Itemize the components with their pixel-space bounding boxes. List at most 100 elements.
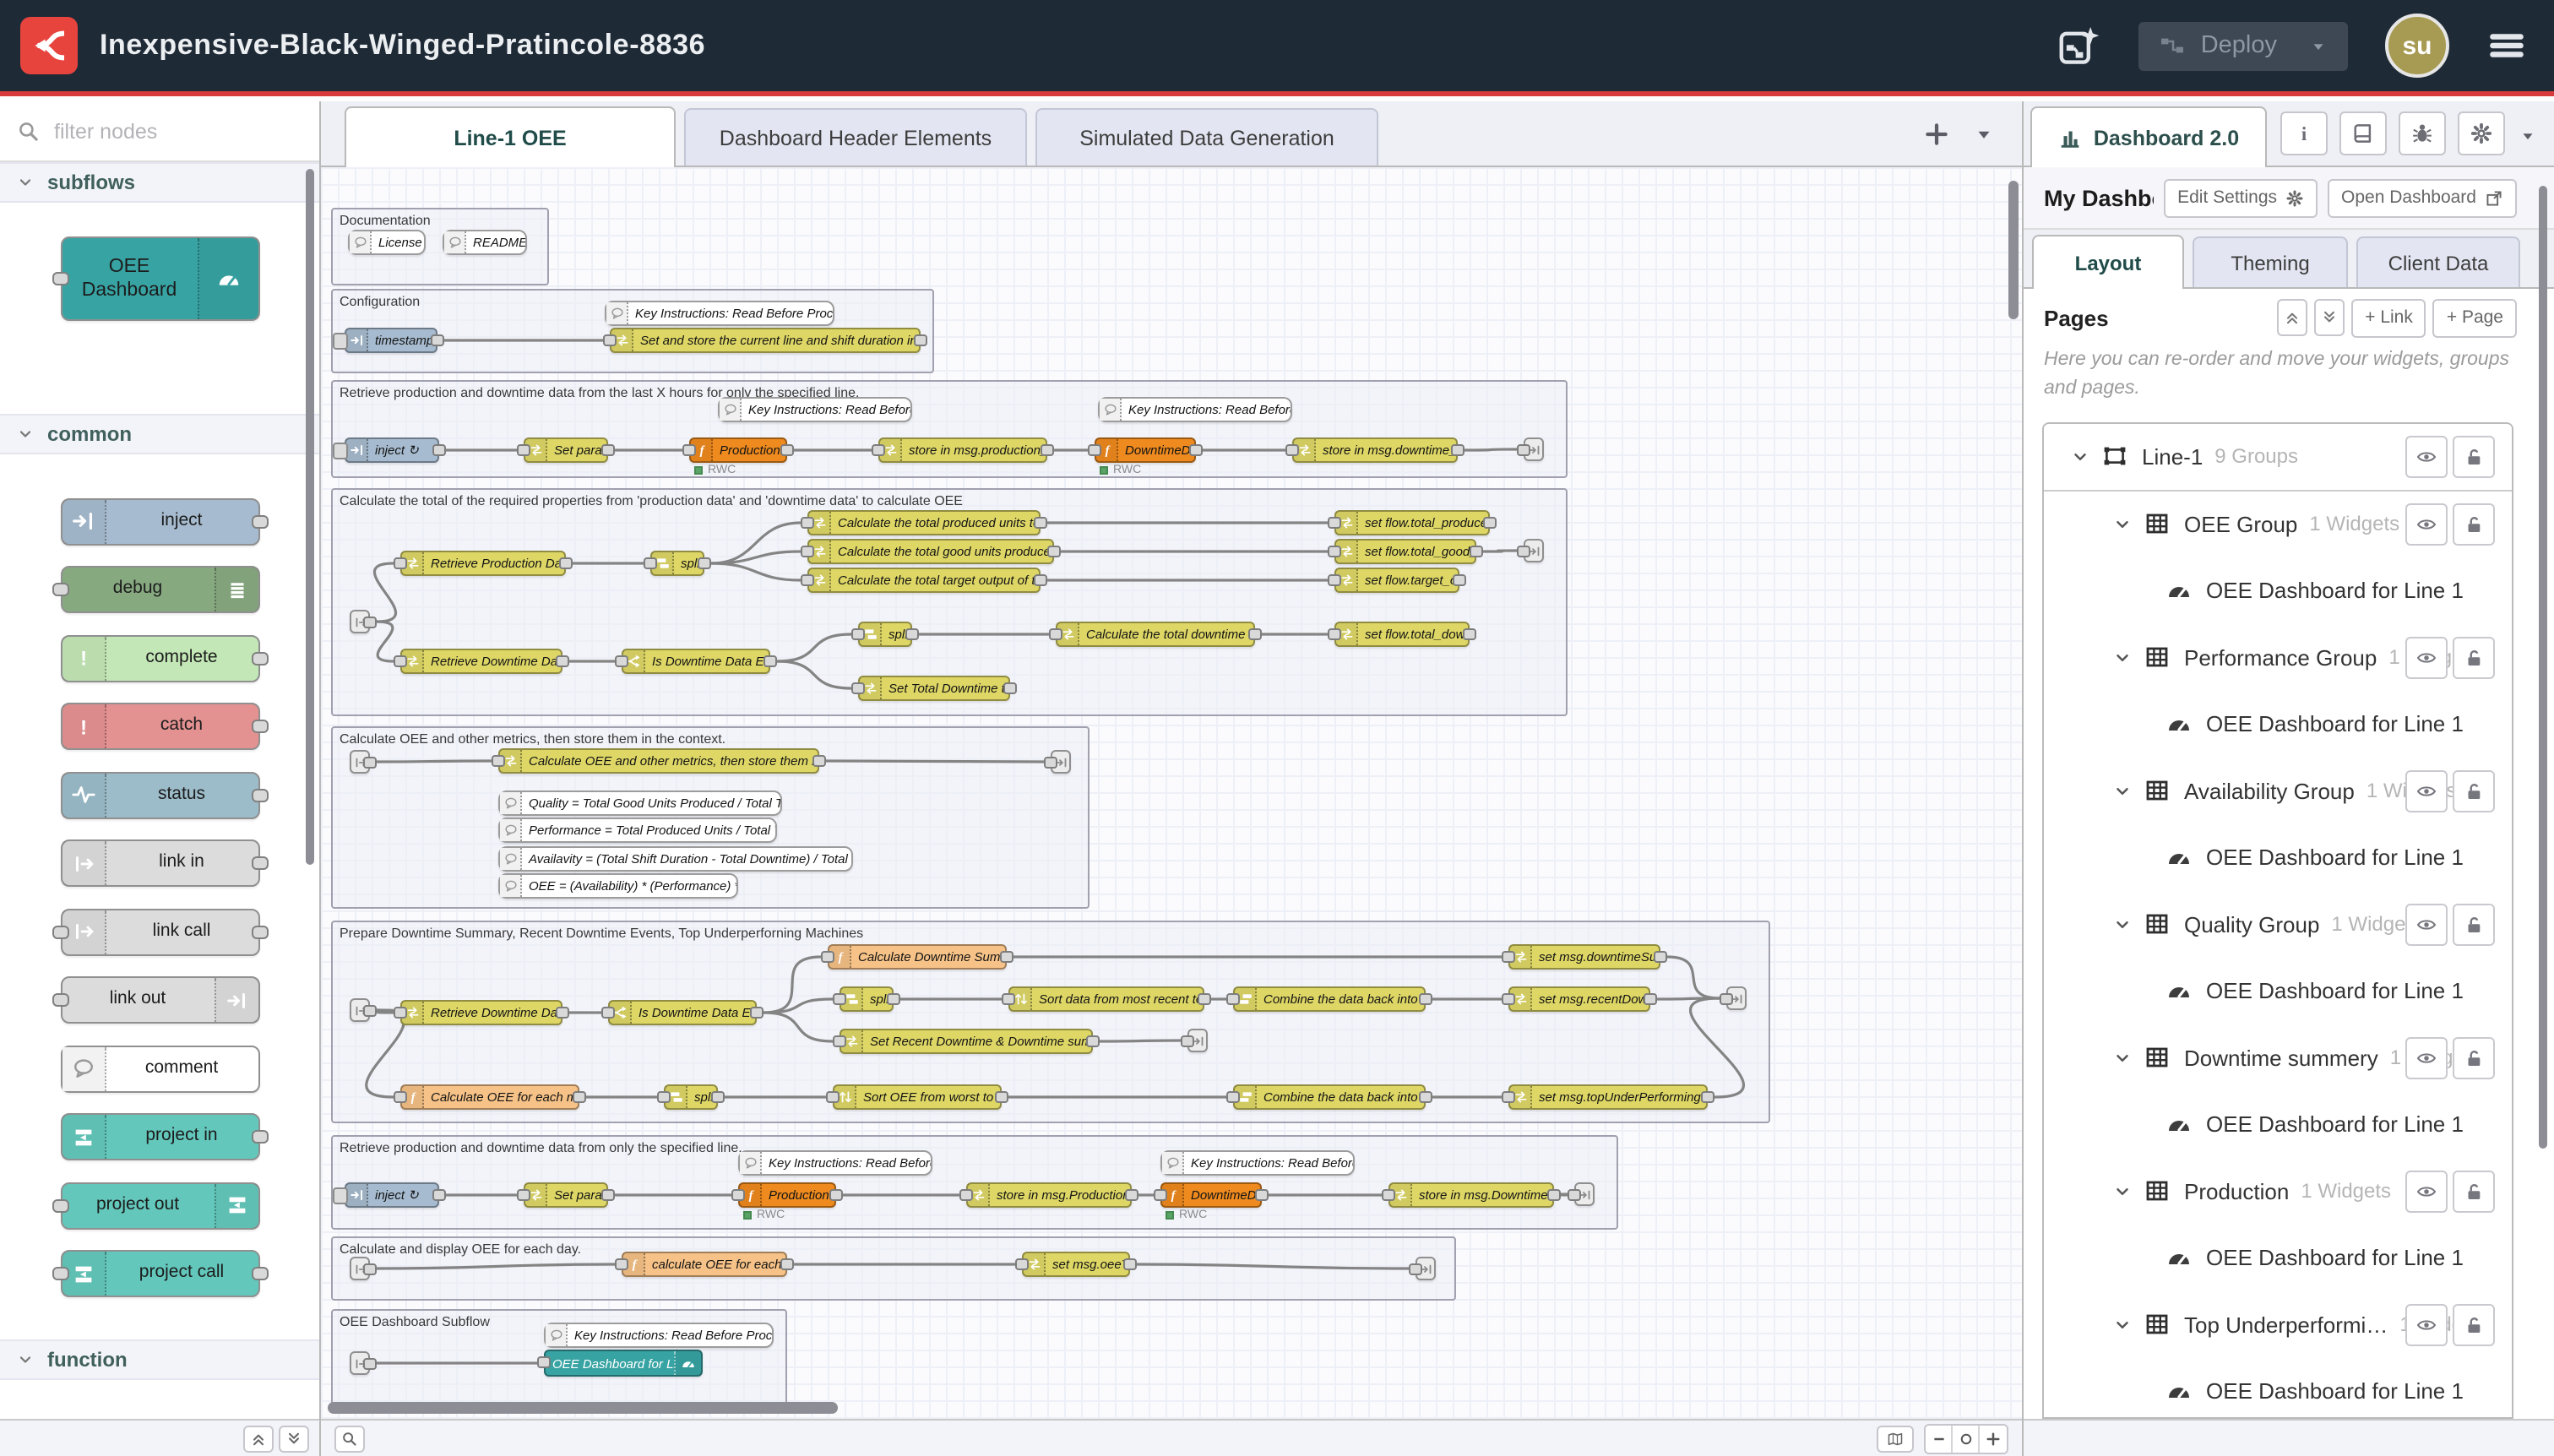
node-linkout[interactable]	[1187, 1029, 1208, 1052]
input-port[interactable]	[644, 557, 657, 569]
visibility-toggle-button[interactable]	[2405, 769, 2448, 812]
output-port[interactable]	[1000, 951, 1013, 963]
input-port[interactable]	[801, 546, 814, 557]
node-split[interactable]: split	[858, 622, 912, 647]
node-set-msg-downtimesummery[interactable]: set msg.downtimeSummery	[1508, 944, 1660, 970]
output-port[interactable]	[1453, 574, 1466, 586]
output-port[interactable]	[251, 1130, 268, 1144]
tree-widget-row[interactable]: OEE Dashboard for Line 1	[2044, 958, 2512, 1024]
input-port[interactable]	[731, 1189, 745, 1201]
deploy-options-caret[interactable]	[2309, 36, 2328, 55]
node-store-in-msg-production-data[interactable]: store in msg.production_data	[878, 437, 1047, 463]
output-port[interactable]	[1041, 444, 1054, 456]
output-port[interactable]	[601, 1189, 615, 1201]
input-port[interactable]	[851, 682, 865, 694]
collapse-all-button[interactable]	[2277, 299, 2307, 336]
input-port[interactable]	[1328, 574, 1341, 586]
lock-toggle-button[interactable]	[2453, 769, 2495, 812]
node-key-instructions-read-before-proceeding[interactable]: Key Instructions: Read Before Proceeding	[605, 301, 834, 326]
output-port[interactable]	[1255, 1189, 1269, 1201]
node-license[interactable]: License	[348, 230, 426, 255]
visibility-toggle-button[interactable]	[2405, 503, 2448, 545]
node-linkin[interactable]	[350, 750, 370, 774]
node-productiondata[interactable]: fProductionDataRWC	[689, 437, 787, 463]
output-port[interactable]	[431, 334, 444, 346]
node-combine-the-data-back-into-an-array[interactable]: Combine the data back into an array.	[1233, 1084, 1426, 1110]
palette-node-project-in[interactable]: project in	[60, 1113, 259, 1160]
flow-assistant-icon[interactable]	[2056, 23, 2101, 68]
input-port[interactable]	[394, 655, 407, 667]
input-port[interactable]	[1568, 1189, 1581, 1201]
tree-widget-row[interactable]: OEE Dashboard for Line 1	[2044, 557, 2512, 624]
output-port[interactable]	[1644, 993, 1657, 1005]
input-port[interactable]	[517, 444, 530, 456]
user-avatar[interactable]: su	[2385, 14, 2449, 78]
output-port[interactable]	[556, 1007, 569, 1019]
add-link-button[interactable]: + Link	[2351, 298, 2426, 337]
input-port[interactable]	[1181, 1035, 1194, 1047]
output-port[interactable]	[251, 925, 268, 938]
input-port[interactable]	[1720, 993, 1733, 1005]
node-key-instructions-read-before-proceeding[interactable]: Key Instructions: Read Before Proceeding	[544, 1323, 774, 1348]
output-port[interactable]	[1198, 993, 1211, 1005]
input-port[interactable]	[615, 655, 628, 667]
canvas-search-button[interactable]	[334, 1425, 365, 1452]
node-set-flow-target-output[interactable]: set flow.target_output	[1334, 568, 1459, 593]
node-store-in-msg-downtimedata[interactable]: store in msg.DowntimeData	[1388, 1182, 1554, 1208]
palette-section-function[interactable]: function	[0, 1339, 319, 1379]
input-port[interactable]	[1328, 517, 1341, 529]
output-port[interactable]	[1034, 517, 1047, 529]
node-performance-total-produced-units-total-tar[interactable]: Performance = Total Produced Units / Tot…	[498, 818, 777, 843]
node-productiondata[interactable]: fProductionDataRWC	[738, 1182, 836, 1208]
lock-toggle-button[interactable]	[2453, 1036, 2495, 1078]
output-port[interactable]	[1034, 574, 1047, 586]
node-oee-availability-performance-quality[interactable]: OEE = (Availability) * (Performance) * (…	[498, 873, 738, 899]
node-retrieve-production-data[interactable]: Retrieve Production Data	[400, 551, 566, 576]
input-port[interactable]	[52, 272, 68, 285]
node-oee-dashboard-for-line-1[interactable]: OEE Dashboard for Line 1	[544, 1350, 703, 1377]
output-port[interactable]	[750, 1007, 763, 1019]
flow-group-2[interactable]: Retrieve production and downtime data fr…	[331, 380, 1568, 478]
node-split[interactable]: split	[840, 986, 894, 1012]
output-port[interactable]	[559, 557, 573, 569]
input-port[interactable]	[1044, 757, 1057, 769]
input-port[interactable]	[52, 925, 68, 938]
input-port[interactable]	[615, 1258, 628, 1270]
node-set-msg-recentdowntime[interactable]: set msg.recentDowntime	[1508, 986, 1650, 1012]
tree-group-row[interactable]: Downtime summery1 Widgets	[2044, 1024, 2512, 1091]
sidebar-config-button[interactable]	[2458, 111, 2505, 155]
palette-expand-all-button[interactable]	[279, 1425, 309, 1452]
palette-node-complete[interactable]: !complete	[60, 634, 259, 682]
node-readme[interactable]: README	[443, 230, 527, 255]
output-port[interactable]	[601, 444, 615, 456]
tab-client-data[interactable]: Client Data	[2356, 236, 2520, 287]
node-linkout[interactable]	[1051, 750, 1071, 774]
node-key-instructions-read-before-proceeding[interactable]: Key Instructions: Read Before Proceeding	[718, 397, 912, 422]
node-calculate-downtime-summery[interactable]: fCalculate Downtime Summery	[828, 944, 1007, 970]
output-port[interactable]	[1654, 951, 1667, 963]
node-red-logo[interactable]	[20, 17, 78, 74]
input-port[interactable]	[851, 628, 865, 640]
sidebar-help-button[interactable]	[2339, 111, 2387, 155]
input-port[interactable]	[52, 993, 68, 1007]
lock-toggle-button[interactable]	[2453, 636, 2495, 678]
output-port[interactable]	[914, 334, 927, 346]
input-port[interactable]	[801, 574, 814, 586]
palette-node-debug[interactable]: debug	[60, 566, 259, 613]
node-timestamp[interactable]: timestamp ¹	[345, 328, 437, 353]
lock-toggle-button[interactable]	[2453, 903, 2495, 945]
flow-group-7[interactable]: Calculate and display OEE for each day.	[331, 1236, 1456, 1301]
visibility-toggle-button[interactable]	[2405, 1303, 2448, 1345]
input-port[interactable]	[1517, 546, 1530, 557]
visibility-toggle-button[interactable]	[2405, 436, 2448, 478]
output-port[interactable]	[1248, 628, 1262, 640]
output-port[interactable]	[905, 628, 919, 640]
input-port[interactable]	[833, 1035, 846, 1047]
output-port[interactable]	[251, 651, 268, 665]
output-port[interactable]	[780, 1258, 794, 1270]
node-downtimedata[interactable]: fDowntimeDataRWC	[1160, 1182, 1262, 1208]
input-port[interactable]	[394, 1007, 407, 1019]
input-port[interactable]	[492, 755, 505, 767]
output-port[interactable]	[1047, 546, 1061, 557]
palette-node-status[interactable]: status	[60, 771, 259, 818]
